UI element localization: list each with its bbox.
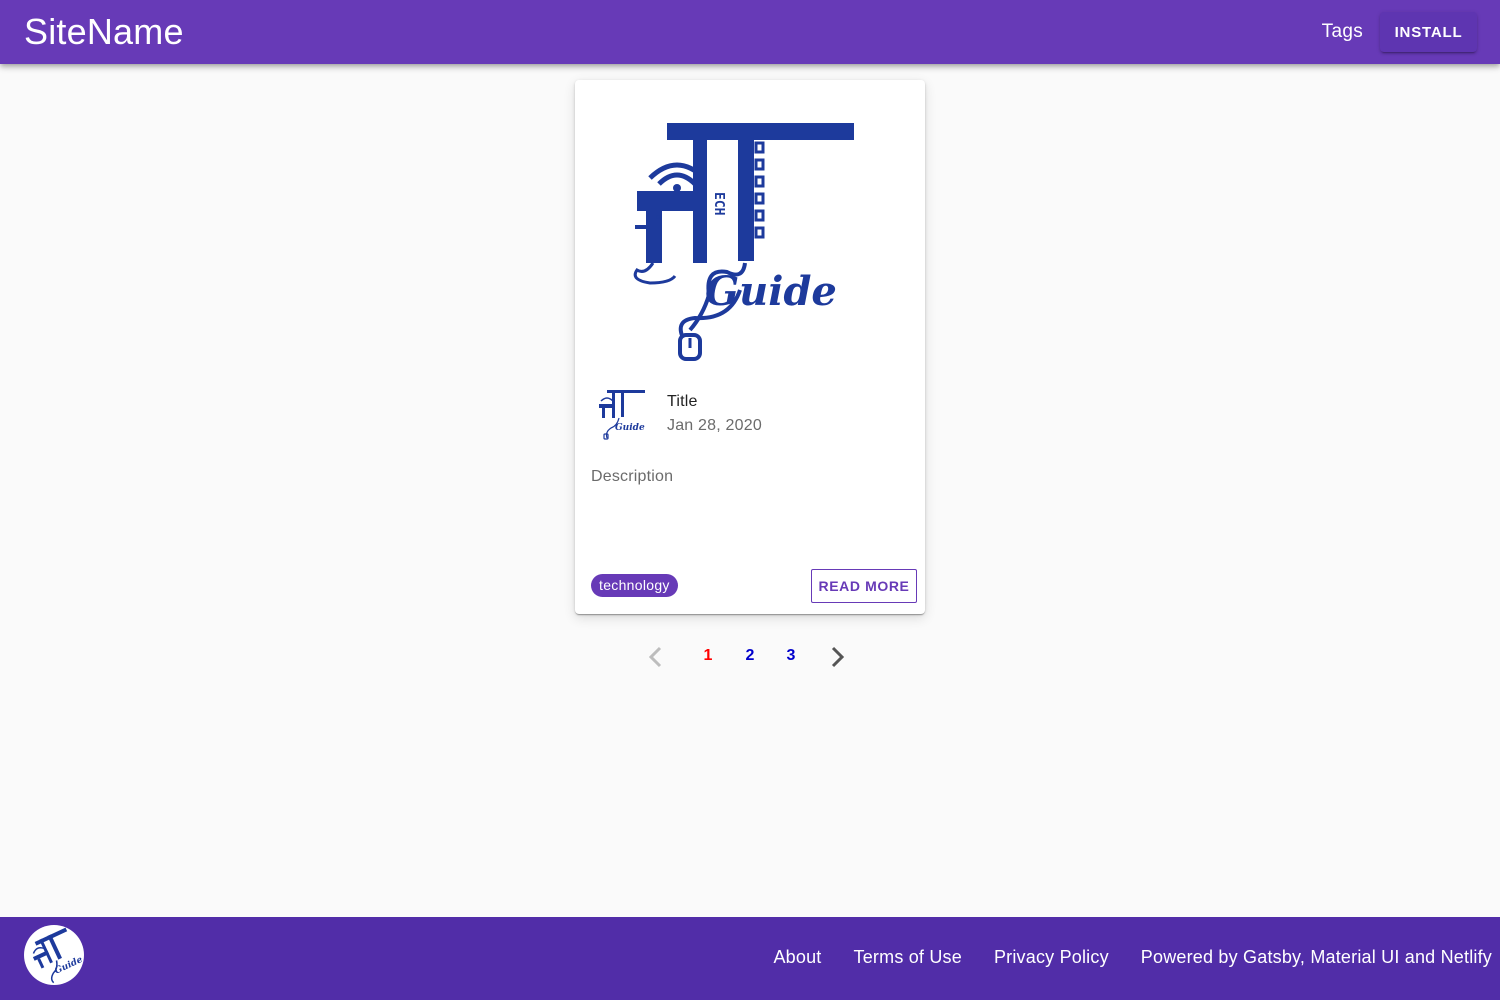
read-more-button[interactable]: READ MORE <box>811 569 917 603</box>
footer-logo[interactable]: Guide <box>24 925 84 985</box>
post-date: Jan 28, 2020 <box>667 417 762 434</box>
card-header-text: Title Jan 28, 2020 <box>667 393 762 435</box>
pagination: 1 2 3 <box>0 640 1500 674</box>
card-header: Guide Title Jan 28, 2020 <box>591 386 762 442</box>
footer-link-powered-by[interactable]: Powered by Gatsby, Material UI and Netli… <box>1141 947 1492 968</box>
footer-link-terms[interactable]: Terms of Use <box>854 947 962 968</box>
install-button[interactable]: INSTALL <box>1380 12 1477 52</box>
tags-link[interactable]: Tags <box>1322 21 1363 43</box>
svg-text:ECH: ECH <box>711 192 726 215</box>
post-card: Guide ECH Guide Title Jan 28, 2020 Descr… <box>575 80 925 614</box>
chevron-right-icon[interactable] <box>825 644 851 670</box>
tag-chip-technology[interactable]: technology <box>591 574 678 597</box>
app-bar-actions: Tags INSTALL <box>1322 12 1477 52</box>
post-description: Description <box>591 468 674 485</box>
post-title: Title <box>667 393 698 410</box>
app-bar: SiteName Tags INSTALL <box>0 0 1500 64</box>
svg-text:Guide: Guide <box>615 423 645 433</box>
tech-guide-logo-icon: Guide <box>32 927 84 984</box>
tech-guide-logo: Guide ECH <box>633 123 854 361</box>
tech-guide-logo-icon: Guide <box>599 390 645 440</box>
page-2[interactable]: 2 <box>740 647 760 665</box>
footer-link-about[interactable]: About <box>773 947 821 968</box>
avatar: Guide <box>591 386 647 442</box>
footer-links: About Terms of Use Privacy Policy Powere… <box>741 947 1492 968</box>
card-image[interactable]: Guide ECH <box>575 80 925 380</box>
chevron-left-icon[interactable] <box>643 644 669 670</box>
page-3[interactable]: 3 <box>781 647 801 665</box>
footer-link-privacy[interactable]: Privacy Policy <box>994 947 1109 968</box>
svg-text:Guide: Guide <box>705 268 837 315</box>
footer: Guide About Terms of Use Privacy Policy … <box>0 917 1500 1000</box>
site-name[interactable]: SiteName <box>24 11 184 53</box>
page-1[interactable]: 1 <box>698 647 718 665</box>
